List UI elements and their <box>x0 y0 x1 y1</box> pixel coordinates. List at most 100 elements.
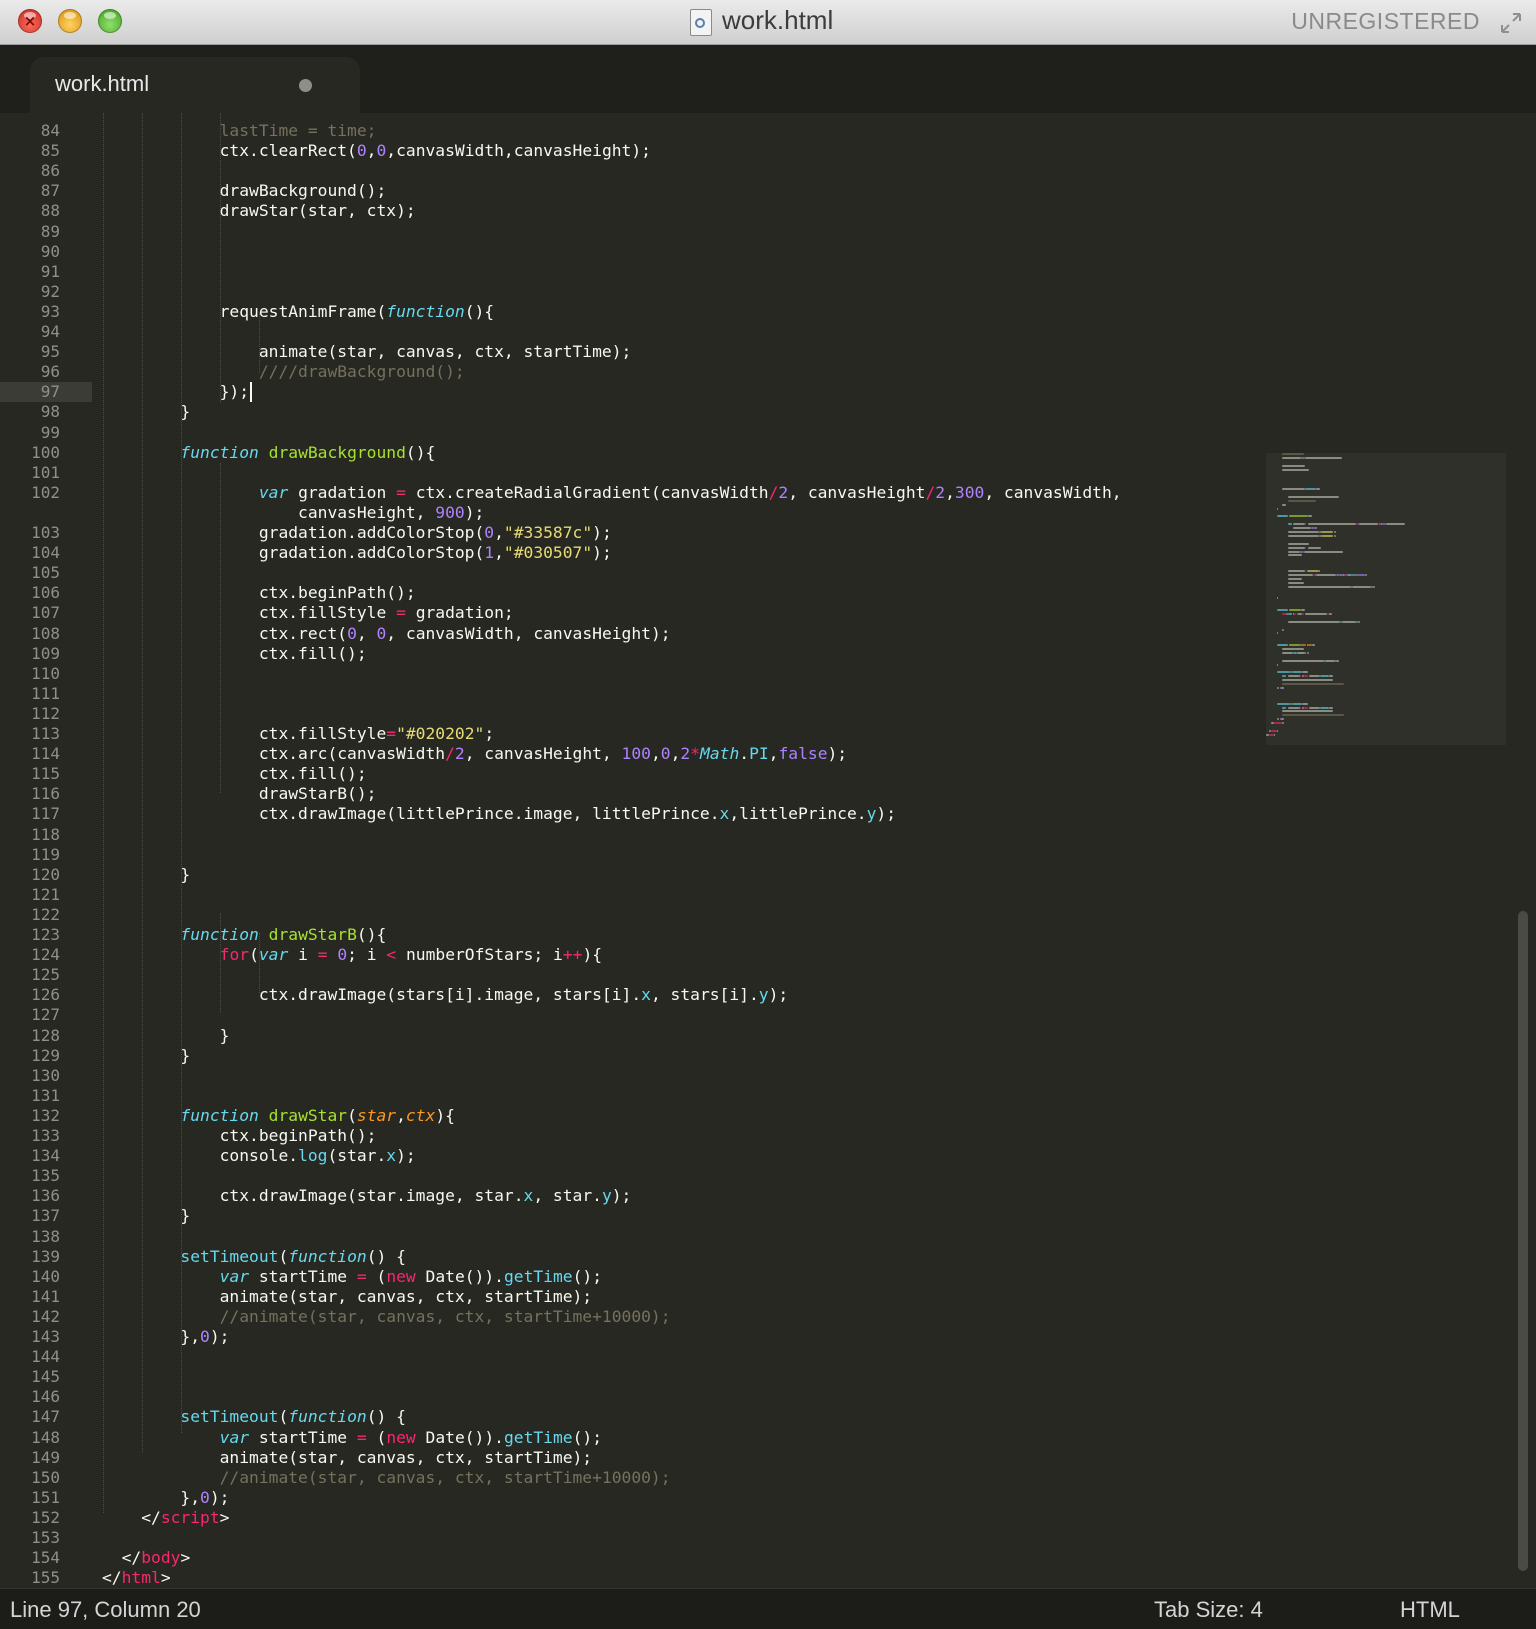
code-token: getTime <box>503 1427 573 1447</box>
minimap-line <box>1287 542 1310 545</box>
code-token: startTime <box>249 1266 357 1286</box>
unsaved-dot-icon[interactable] <box>299 79 312 92</box>
code-line: animate(star, canvas, ctx, startTime); <box>102 1287 592 1307</box>
minimap-line <box>1318 570 1320 572</box>
fullscreen-icon[interactable] <box>1498 10 1524 36</box>
code-token: () { <box>366 1246 406 1266</box>
code-line: setTimeout(function() { <box>102 1246 406 1267</box>
line-number: 146 <box>31 1387 60 1407</box>
code-line: drawStar(star, ctx); <box>102 201 416 221</box>
minimap-line <box>1287 550 1300 553</box>
line-number: 119 <box>31 844 60 864</box>
line-number: 114 <box>31 744 60 764</box>
code-token: canvasHeight, <box>102 502 436 522</box>
minimap-line <box>1309 706 1320 709</box>
minimap-line <box>1325 659 1335 662</box>
code-line: </script> <box>102 1508 229 1528</box>
code-line: } <box>102 1046 190 1066</box>
code-token: function <box>288 1246 367 1266</box>
code-token: </ <box>102 1568 122 1588</box>
minimap-line <box>1309 675 1320 678</box>
line-number: 115 <box>31 764 60 784</box>
code-token: , <box>945 482 955 502</box>
code-token: ); <box>876 804 897 824</box>
tab-size-selector[interactable]: Tab Size: 4 <box>1154 1597 1263 1623</box>
code-token: function <box>288 1407 367 1427</box>
minimap-line <box>1305 612 1327 615</box>
code-token: > <box>180 1548 191 1568</box>
minimap-line <box>1282 464 1306 467</box>
minimap-line <box>1287 675 1300 678</box>
zoom-window-button[interactable] <box>98 9 122 33</box>
code-token: i <box>288 945 318 965</box>
code-line: </html> <box>102 1568 171 1588</box>
line-number: 106 <box>31 583 60 603</box>
code-token: gradation.addColorStop( <box>102 543 485 563</box>
tab-work-html[interactable]: work.html <box>30 57 360 113</box>
code-line: ctx.beginPath(); <box>102 1126 377 1146</box>
minimap-line <box>1282 456 1302 459</box>
code-line: //animate(star, canvas, ctx, startTime+1… <box>102 1468 671 1488</box>
minimap-line <box>1321 534 1334 537</box>
minimap-line <box>1315 488 1320 491</box>
line-number: 132 <box>31 1105 60 1125</box>
editor-pane[interactable]: 84 85 86 87 88 89 90 91 92 93 94 95 96 97 98 99 100 101 10… <box>0 113 1536 1588</box>
close-window-button[interactable]: × <box>18 9 42 33</box>
code-token: ; i <box>347 945 387 965</box>
code-token: function <box>180 1105 259 1125</box>
code-token: var <box>219 1427 250 1447</box>
line-number: 102 <box>31 482 60 502</box>
code-token: drawStar <box>268 1105 348 1125</box>
syntax-selector[interactable]: HTML <box>1400 1597 1460 1623</box>
minimap-line <box>1303 550 1343 553</box>
minimap-line <box>1280 718 1284 721</box>
line-number: 139 <box>31 1246 60 1266</box>
code-token: script <box>160 1507 220 1527</box>
minimap-line <box>1310 527 1315 530</box>
code-line: gradation.addColorStop(0,"#33587c"); <box>102 523 612 543</box>
code-token: ctx.fillStyle <box>102 724 387 743</box>
code-token: ctx.fill(); <box>102 643 367 663</box>
code-token: drawBackground(); <box>102 181 387 201</box>
code-token: gradation; <box>405 603 514 623</box>
code-token: , <box>494 523 504 542</box>
code-token: ; <box>484 724 495 743</box>
code-token: , <box>396 1105 406 1125</box>
code-token: / <box>445 744 455 764</box>
line-number: 112 <box>31 703 60 723</box>
minimap-line <box>1282 628 1284 631</box>
code-line: ctx.beginPath(); <box>102 583 416 603</box>
code-token: / <box>768 482 779 502</box>
code-token: ctx.clearRect( <box>102 141 357 161</box>
minimap-line <box>1287 706 1300 709</box>
minimap-line <box>1336 659 1339 662</box>
minimap-line <box>1276 663 1279 666</box>
line-number: 92 <box>40 281 60 301</box>
minimap-line <box>1329 706 1334 709</box>
code-token: drawBackground <box>268 442 406 462</box>
line-number: 128 <box>31 1025 60 1045</box>
code-line: ctx.fill(); <box>102 764 367 784</box>
minimap-line <box>1293 523 1306 526</box>
code-line: ctx.drawImage(stars[i].image, stars[i].x… <box>102 985 788 1005</box>
cursor-position: Line 97, Column 20 <box>10 1597 201 1622</box>
code-token: ); <box>592 543 612 563</box>
code-token: startTime <box>249 1427 357 1447</box>
code-token: new <box>386 1427 416 1447</box>
minimap-line <box>1359 523 1379 526</box>
code-token: ); <box>592 523 612 542</box>
code-line: ctx.clearRect(0,0,canvasWidth,canvasHeig… <box>102 141 651 161</box>
code-token: x <box>641 985 651 1005</box>
window-title: work.html <box>722 5 834 35</box>
minimap[interactable] <box>1266 113 1506 753</box>
code-token: "#33587c" <box>503 523 593 542</box>
line-number: 111 <box>31 683 60 703</box>
vertical-scrollbar[interactable] <box>1518 911 1528 1571</box>
code-line: requestAnimFrame(function(){ <box>102 302 494 322</box>
code-token: , <box>670 744 681 764</box>
minimize-window-button[interactable] <box>58 9 82 33</box>
code-area[interactable]: lastTime = time; ctx.clearRect(0,0,canva… <box>102 113 1252 1588</box>
code-token: ( <box>347 1105 357 1125</box>
